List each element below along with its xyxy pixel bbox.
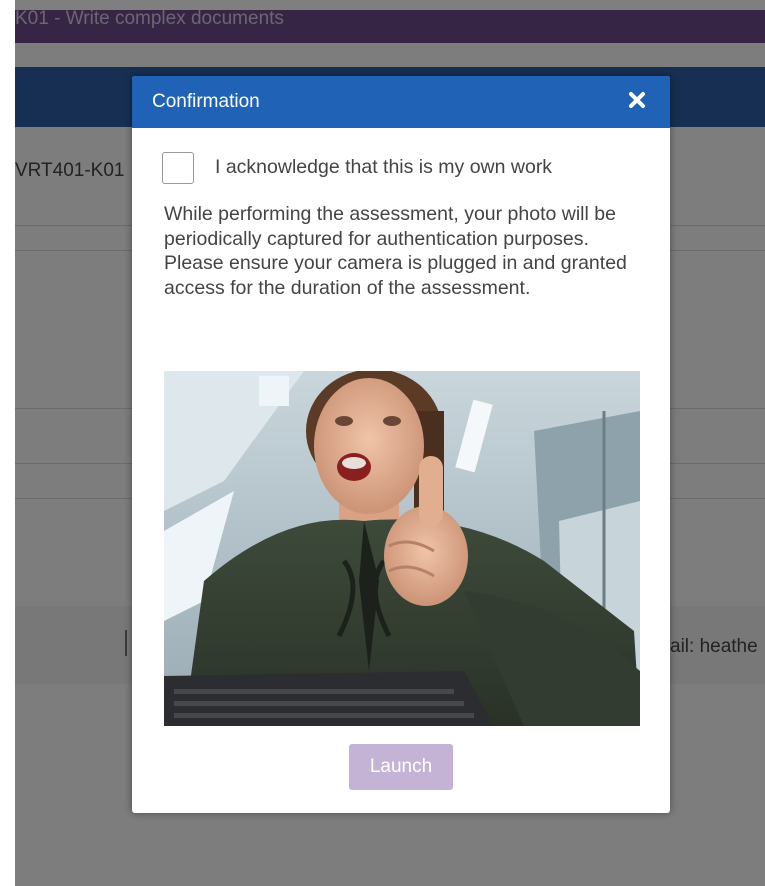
camera-access-notice: Please ensure your camera is plugged in … <box>164 252 627 299</box>
close-icon[interactable] <box>626 89 648 111</box>
launch-button[interactable]: Launch <box>349 744 453 790</box>
dialog-title: Confirmation <box>152 91 260 112</box>
dialog-header: Confirmation <box>132 76 670 128</box>
acknowledge-label[interactable]: I acknowledge that this is my own work <box>215 156 552 179</box>
webcam-image <box>164 371 640 726</box>
camera-info-text: While performing the assessment, your ph… <box>164 202 644 300</box>
confirmation-dialog: Confirmation I acknowledge that this is … <box>132 76 670 813</box>
window-edge <box>0 0 15 886</box>
camera-preview <box>164 371 640 726</box>
acknowledge-checkbox[interactable] <box>162 152 194 184</box>
photo-capture-notice: While performing the assessment, your ph… <box>164 203 616 250</box>
